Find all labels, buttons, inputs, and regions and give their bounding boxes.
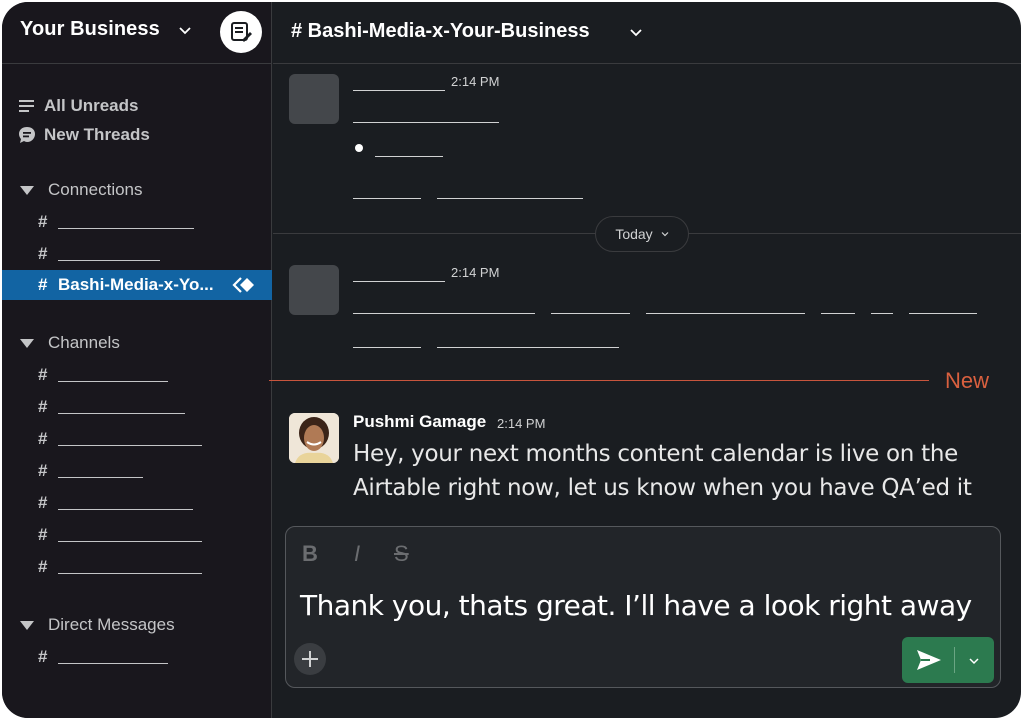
hash-icon: #	[38, 244, 48, 263]
sidebar: Your Business All Unreads New Threads Co…	[2, 2, 272, 718]
nav-new-threads[interactable]: New Threads	[18, 123, 150, 147]
redacted-text	[375, 156, 443, 157]
new-messages-divider	[269, 380, 929, 381]
channel-item[interactable]: #	[2, 520, 272, 550]
send-icon	[917, 650, 941, 670]
chevron-down-icon	[661, 232, 669, 237]
channel-item[interactable]: #	[2, 552, 272, 582]
section-direct-messages[interactable]: Direct Messages	[18, 613, 175, 637]
compose-icon	[231, 22, 252, 42]
nav-all-unreads-label: All Unreads	[44, 96, 139, 115]
message-composer[interactable]: B I S Thank you, thats great. I’ll have …	[285, 526, 1001, 688]
connection-item-active[interactable]: # Bashi-Media-x-Yo...	[2, 270, 272, 300]
redacted-sender	[353, 90, 445, 91]
hash-icon: #	[38, 525, 48, 544]
channel-header: # Bashi-Media-x-Your-Business	[273, 2, 1021, 64]
bullet-icon	[355, 144, 363, 152]
avatar-placeholder[interactable]	[289, 74, 339, 124]
section-direct-messages-label: Direct Messages	[48, 615, 175, 634]
channel-title[interactable]: # Bashi-Media-x-Your-Business	[291, 20, 590, 43]
redacted-text	[909, 313, 977, 314]
message-text: Hey, your next months content calendar i…	[353, 441, 972, 501]
chevron-down-icon[interactable]	[968, 656, 980, 666]
redacted-text	[353, 347, 421, 348]
date-divider-label: Today	[615, 226, 653, 242]
redacted-text	[353, 313, 535, 314]
threads-icon	[19, 127, 35, 143]
message-time[interactable]: 2:14 PM	[497, 416, 545, 431]
compose-button[interactable]	[220, 11, 262, 53]
active-channel-label: Bashi-Media-x-Yo...	[58, 275, 214, 294]
connection-item[interactable]: #	[2, 239, 272, 269]
add-attachment-button[interactable]	[294, 643, 326, 675]
hash-icon: #	[38, 557, 48, 576]
shared-channel-icon	[232, 277, 254, 293]
message-input[interactable]: Thank you, thats great. I’ll have a look…	[300, 589, 972, 622]
hash-icon: #	[38, 365, 48, 384]
send-divider	[954, 647, 955, 673]
message-time[interactable]: 2:14 PM	[451, 265, 499, 280]
avatar-placeholder[interactable]	[289, 265, 339, 315]
new-messages-label: New	[945, 368, 990, 393]
redacted-text	[871, 313, 893, 314]
hash-icon: #	[38, 275, 48, 294]
hash-icon: #	[38, 493, 48, 512]
chevron-down-icon[interactable]	[178, 24, 192, 38]
channel-item[interactable]: #	[2, 488, 272, 518]
redacted-channel-name	[58, 476, 143, 478]
caret-down-icon	[20, 620, 34, 630]
channel-item[interactable]: #	[2, 456, 272, 486]
redacted-dm-name	[58, 662, 168, 664]
channel-item[interactable]: #	[2, 392, 272, 422]
redacted-text	[437, 347, 619, 348]
workspace-name[interactable]: Your Business	[20, 18, 160, 41]
section-channels[interactable]: Channels	[18, 331, 120, 355]
section-channels-label: Channels	[48, 333, 120, 352]
hash-icon: #	[38, 397, 48, 416]
send-button[interactable]	[902, 637, 994, 683]
redacted-text	[437, 198, 583, 199]
redacted-channel-name	[58, 508, 193, 510]
redacted-channel-name	[58, 412, 185, 414]
list-icon	[19, 100, 34, 112]
redacted-text	[551, 313, 630, 314]
channel-item[interactable]: #	[2, 360, 272, 390]
direct-message-item[interactable]: #	[2, 642, 272, 672]
redacted-text	[353, 198, 421, 199]
section-connections-label: Connections	[48, 180, 143, 199]
nav-new-threads-label: New Threads	[44, 125, 150, 144]
redacted-sender	[353, 281, 445, 282]
avatar[interactable]	[289, 413, 339, 463]
hash-icon: #	[38, 429, 48, 448]
hash-icon: #	[38, 461, 48, 480]
nav-all-unreads[interactable]: All Unreads	[18, 94, 138, 118]
redacted-channel-name	[58, 444, 202, 446]
hash-icon: #	[38, 212, 48, 231]
connection-item[interactable]: #	[2, 207, 272, 237]
strikethrough-button[interactable]: S	[394, 541, 409, 567]
caret-down-icon	[20, 338, 34, 348]
main-pane: # Bashi-Media-x-Your-Business 2:14 PM To…	[269, 2, 1021, 718]
redacted-text	[646, 313, 805, 314]
message-sender[interactable]: Pushmi Gamage	[353, 412, 486, 432]
redacted-channel-name	[58, 380, 168, 382]
redacted-channel-name	[58, 259, 160, 261]
message-time[interactable]: 2:14 PM	[451, 74, 499, 89]
avatar-photo-image	[289, 413, 339, 463]
section-connections[interactable]: Connections	[18, 178, 143, 202]
redacted-channel-name	[58, 227, 194, 229]
caret-down-icon	[20, 185, 34, 195]
italic-button[interactable]: I	[354, 541, 360, 567]
redacted-channel-name	[58, 540, 202, 542]
workspace-header[interactable]: Your Business	[2, 2, 272, 64]
redacted-text	[821, 313, 855, 314]
redacted-channel-name	[58, 572, 202, 574]
bold-button[interactable]: B	[302, 541, 318, 567]
redacted-text	[353, 122, 499, 123]
chevron-down-icon[interactable]	[629, 26, 643, 40]
app-window: Your Business All Unreads New Threads Co…	[2, 2, 1021, 718]
hash-icon: #	[38, 647, 48, 666]
channel-item[interactable]: #	[2, 424, 272, 454]
date-divider-button[interactable]: Today	[595, 216, 689, 252]
